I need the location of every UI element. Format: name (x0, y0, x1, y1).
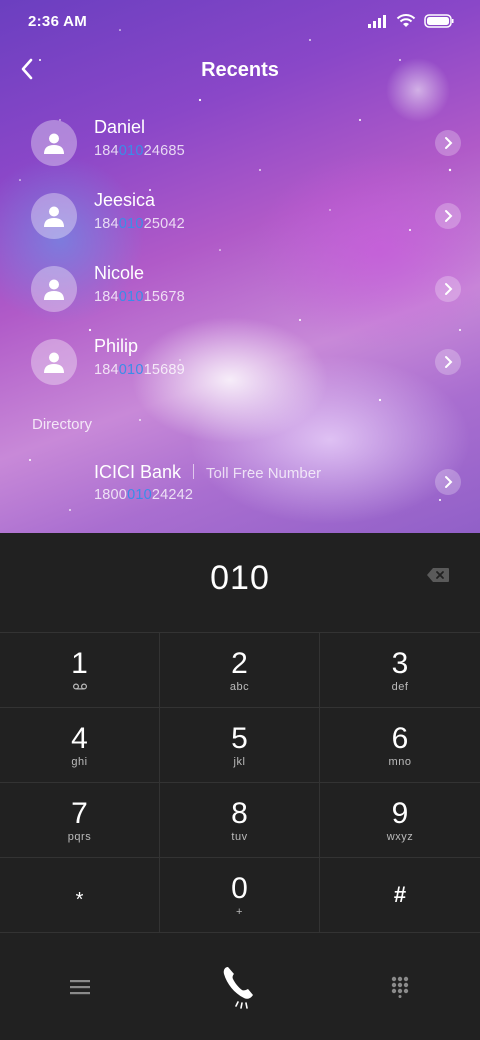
directory-section-label: Directory (32, 416, 93, 433)
contact-name: Daniel (94, 117, 146, 137)
keypad-toggle-button[interactable] (320, 934, 480, 1040)
key-digit: 7 (71, 797, 88, 830)
contact-details-button[interactable] (435, 276, 461, 302)
key-letters: def (391, 681, 409, 693)
dialed-number[interactable]: 010 (0, 559, 480, 598)
key-7[interactable]: 7 pqrs (0, 783, 160, 858)
page-title: Recents (201, 59, 279, 81)
dial-display: 010 (0, 533, 480, 632)
phone-icon (223, 967, 253, 1009)
contact-name: Philip (94, 336, 139, 356)
contact-details-button[interactable] (435, 349, 461, 375)
person-icon (44, 279, 64, 300)
backspace-icon (427, 568, 449, 582)
contact-row-nicole[interactable]: Nicole 18401015678 (0, 252, 480, 322)
key-digit: 2 (231, 647, 248, 680)
contact-number: 18401025042 (94, 216, 185, 232)
directory-entry-title: ICICI Bank Toll Free Number (94, 462, 322, 482)
contact-name: Jeesica (94, 190, 156, 210)
chevron-right-icon (445, 356, 453, 368)
key-hash[interactable]: # (320, 858, 480, 933)
key-8[interactable]: 8 tuv (160, 783, 320, 858)
key-digit: 0 (231, 872, 248, 905)
key-0[interactable]: 0 + (160, 858, 320, 933)
menu-icon (70, 980, 90, 995)
signal-icon (368, 14, 386, 28)
chevron-right-icon (445, 476, 453, 488)
status-icons (368, 13, 454, 28)
dialer-bottom-bar (0, 934, 480, 1040)
key-5[interactable]: 5 jkl (160, 708, 320, 783)
header: Recents (0, 48, 480, 94)
dialer-panel: 010 1 2 abc 3 def 4 ghi 5 jkl 6 mno 7 pq… (0, 533, 480, 1040)
dial-keypad: 1 2 abc 3 def 4 ghi 5 jkl 6 mno 7 pqrs 8… (0, 632, 480, 935)
status-bar: 2:36 AM (0, 0, 480, 42)
contact-row-philip[interactable]: Philip 18401015689 (0, 325, 480, 395)
contact-details-button[interactable] (435, 203, 461, 229)
person-icon (44, 352, 64, 373)
key-letters: abc (229, 681, 250, 693)
chevron-right-icon (445, 210, 453, 222)
dialpad-icon (391, 976, 409, 998)
chevron-right-icon (445, 137, 453, 149)
contact-details-button[interactable] (435, 130, 461, 156)
key-letters: mno (388, 756, 412, 768)
directory-details-button[interactable] (435, 469, 461, 495)
backspace-button[interactable] (426, 567, 456, 587)
key-digit: 3 (391, 647, 409, 680)
key-digit: # (393, 882, 407, 907)
recents-panel: 2:36 AM Recents Daniel 18401024685 Jeesi… (0, 0, 480, 533)
key-2[interactable]: 2 abc (160, 633, 320, 708)
key-digit: 4 (71, 722, 88, 755)
key-digit: 9 (391, 797, 409, 830)
key-letters: tuv (231, 831, 248, 843)
person-icon (44, 133, 64, 154)
directory-row-icici[interactable]: ICICI Bank Toll Free Number 180001024242 (0, 447, 480, 517)
avatar (31, 266, 77, 312)
directory-entry-number: 180001024242 (94, 487, 194, 503)
contact-name: Nicole (94, 263, 145, 283)
key-digit: 1 (71, 647, 88, 680)
key-letters: pqrs (67, 831, 92, 843)
status-time: 2:36 AM (28, 13, 88, 30)
key-3[interactable]: 3 def (320, 633, 480, 708)
person-icon (44, 206, 64, 227)
menu-button[interactable] (0, 934, 160, 1040)
contact-row-daniel[interactable]: Daniel 18401024685 (0, 106, 480, 176)
key-1[interactable]: 1 (0, 633, 160, 708)
contact-number: 18401024685 (94, 143, 185, 159)
key-letters: jkl (233, 756, 246, 768)
contact-number: 18401015678 (94, 289, 185, 305)
avatar (31, 339, 77, 385)
key-digit: * (75, 889, 84, 911)
call-button[interactable] (160, 934, 320, 1040)
voicemail-icon (73, 683, 87, 690)
key-4[interactable]: 4 ghi (0, 708, 160, 783)
chevron-right-icon (445, 283, 453, 295)
key-digit: 8 (231, 797, 248, 830)
key-9[interactable]: 9 wxyz (320, 783, 480, 858)
contact-number: 18401015689 (94, 362, 185, 378)
key-star[interactable]: * (0, 858, 160, 933)
avatar (31, 120, 77, 166)
avatar (31, 193, 77, 239)
key-digit: 5 (231, 722, 248, 755)
contact-row-jeesica[interactable]: Jeesica 18401025042 (0, 179, 480, 249)
key-letters: + (236, 906, 243, 918)
wifi-icon (396, 14, 416, 27)
key-digit: 6 (391, 722, 409, 755)
divider (193, 464, 195, 479)
key-6[interactable]: 6 mno (320, 708, 480, 783)
key-letters: wxyz (386, 831, 414, 843)
battery-icon (424, 13, 454, 28)
key-letters: ghi (71, 756, 88, 768)
